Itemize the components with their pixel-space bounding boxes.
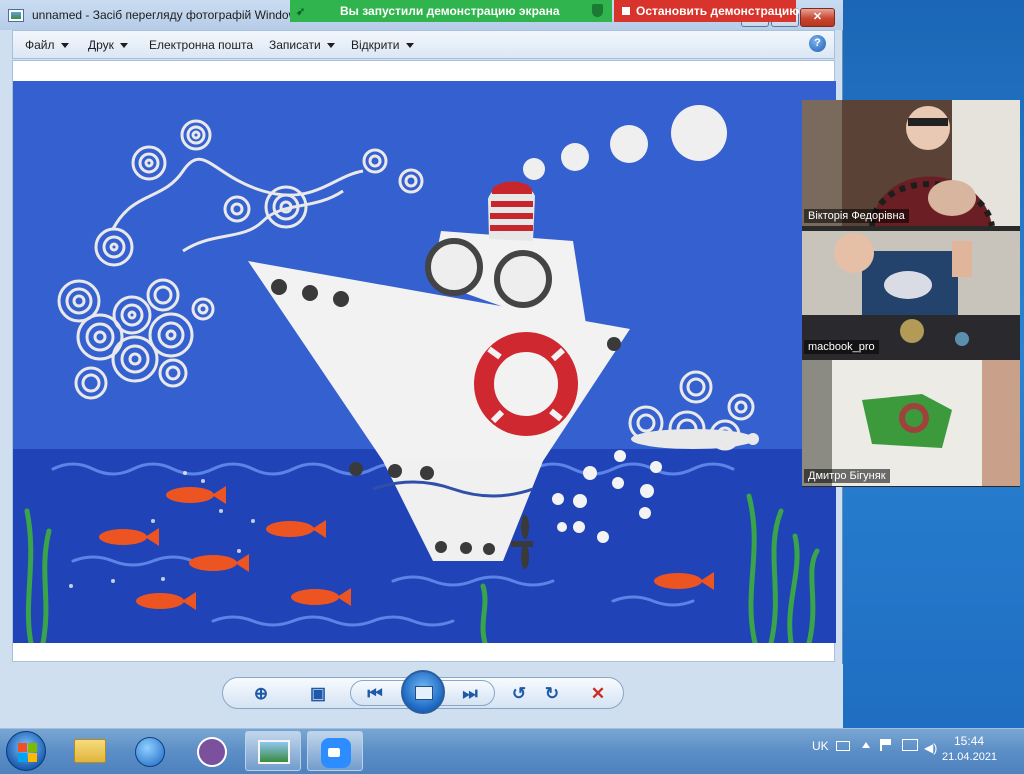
chevron-down-icon xyxy=(326,43,335,49)
previous-button[interactable]: ⏮ xyxy=(364,683,386,705)
slideshow-button[interactable] xyxy=(401,670,445,714)
chevron-down-icon xyxy=(405,43,414,49)
photo-viewer-icon xyxy=(258,740,290,764)
video-panel: Вікторія Федорівна macbook_pro Дмитро Бі… xyxy=(802,100,1020,487)
previous-icon: ⏮ xyxy=(367,684,383,703)
clock-time[interactable]: 15:44 xyxy=(954,734,984,748)
actual-size-button[interactable]: ▣ xyxy=(307,683,329,705)
menu-print-label: Друк xyxy=(88,38,114,52)
photo-viewer-icon xyxy=(8,9,24,22)
share-status-text: Вы запустили демонстрацию экрана xyxy=(340,4,560,18)
system-tray: UK ◀) 15:44 21.04.2021 xyxy=(800,729,1024,774)
share-indicator-icon: ➶ xyxy=(296,6,306,18)
volume-icon[interactable]: ◀) xyxy=(924,741,937,755)
taskbar: UK ◀) 15:44 21.04.2021 xyxy=(0,728,1024,774)
menu-email[interactable]: Електронна пошта xyxy=(149,38,253,52)
network-icon[interactable] xyxy=(902,739,918,751)
rotate-right-button[interactable]: ↻ xyxy=(541,683,563,705)
clock-date[interactable]: 21.04.2021 xyxy=(942,751,997,763)
participant-video xyxy=(802,231,1020,357)
stop-icon xyxy=(622,7,630,15)
photo-canvas xyxy=(12,60,836,662)
taskbar-browser[interactable] xyxy=(122,731,178,771)
menu-burn[interactable]: Записати xyxy=(269,38,335,52)
participant-tile[interactable]: macbook_pro xyxy=(802,231,1020,357)
delete-icon: ✕ xyxy=(590,684,606,703)
stop-share-button[interactable]: Остановить демонстрацию xyxy=(614,0,800,22)
keyboard-icon[interactable] xyxy=(836,741,850,751)
menu-bar: Файл Друк Електронна пошта Записати Відк… xyxy=(12,30,835,59)
start-button[interactable] xyxy=(6,731,46,771)
share-status: ➶ Вы запустили демонстрацию экрана xyxy=(290,0,612,22)
menu-open[interactable]: Відкрити xyxy=(351,38,414,52)
fit-window-icon: ▣ xyxy=(309,684,327,703)
participant-name: Вікторія Федорівна xyxy=(804,209,909,223)
zoom-button[interactable]: ⊕ xyxy=(250,683,272,705)
menu-print[interactable]: Друк xyxy=(88,38,128,52)
menu-file[interactable]: Файл xyxy=(25,38,69,52)
taskbar-zoom[interactable] xyxy=(307,731,363,771)
taskbar-photo-viewer[interactable] xyxy=(245,731,301,771)
folder-icon xyxy=(74,739,106,763)
screen-share-banner: ➶ Вы запустили демонстрацию экрана Остан… xyxy=(290,0,800,22)
next-button[interactable]: ⏭ xyxy=(459,683,481,705)
camera-icon xyxy=(328,748,340,757)
participant-video xyxy=(802,100,1020,226)
help-icon[interactable]: ? xyxy=(809,35,826,52)
chevron-down-icon xyxy=(60,43,69,49)
participant-name: macbook_pro xyxy=(804,340,879,354)
rotate-right-icon: ↻ xyxy=(544,684,560,703)
zoom-icon: ⊕ xyxy=(253,684,269,703)
shield-icon xyxy=(592,4,603,17)
menu-burn-label: Записати xyxy=(269,38,321,52)
chevron-down-icon xyxy=(119,43,128,49)
flag-icon[interactable] xyxy=(880,739,892,751)
participant-name: Дмитро Бігуняк xyxy=(804,469,890,483)
menu-email-label: Електронна пошта xyxy=(149,38,254,52)
delete-button[interactable]: ✕ xyxy=(587,683,609,705)
rotate-left-icon: ↺ xyxy=(511,684,527,703)
plasticine-ship-picture xyxy=(13,81,836,643)
stop-share-label: Остановить демонстрацию xyxy=(636,4,800,18)
taskbar-explorer[interactable] xyxy=(62,731,118,771)
window-title: unnamed - Засіб перегляду фотографій Win… xyxy=(32,8,302,22)
participant-video xyxy=(802,360,1020,486)
menu-open-label: Відкрити xyxy=(351,38,400,52)
photo-viewer-window: unnamed - Засіб перегляду фотографій Win… xyxy=(0,0,843,728)
taskbar-viber[interactable] xyxy=(184,731,240,771)
viber-icon xyxy=(197,737,227,767)
language-indicator[interactable]: UK xyxy=(812,739,829,753)
next-icon: ⏭ xyxy=(462,684,478,703)
rotate-left-button[interactable]: ↺ xyxy=(508,683,530,705)
menu-file-label: Файл xyxy=(25,38,55,52)
participant-tile[interactable]: Дмитро Бігуняк xyxy=(802,360,1020,486)
participant-tile[interactable]: Вікторія Федорівна xyxy=(802,100,1020,226)
viewer-toolbar: ⊕ ▣ ⏮ ⏭ ↺ ↻ ✕ xyxy=(0,664,843,728)
browser-icon xyxy=(135,737,165,767)
chevron-up-icon[interactable] xyxy=(862,742,870,748)
close-button[interactable]: ✕ xyxy=(800,8,835,27)
